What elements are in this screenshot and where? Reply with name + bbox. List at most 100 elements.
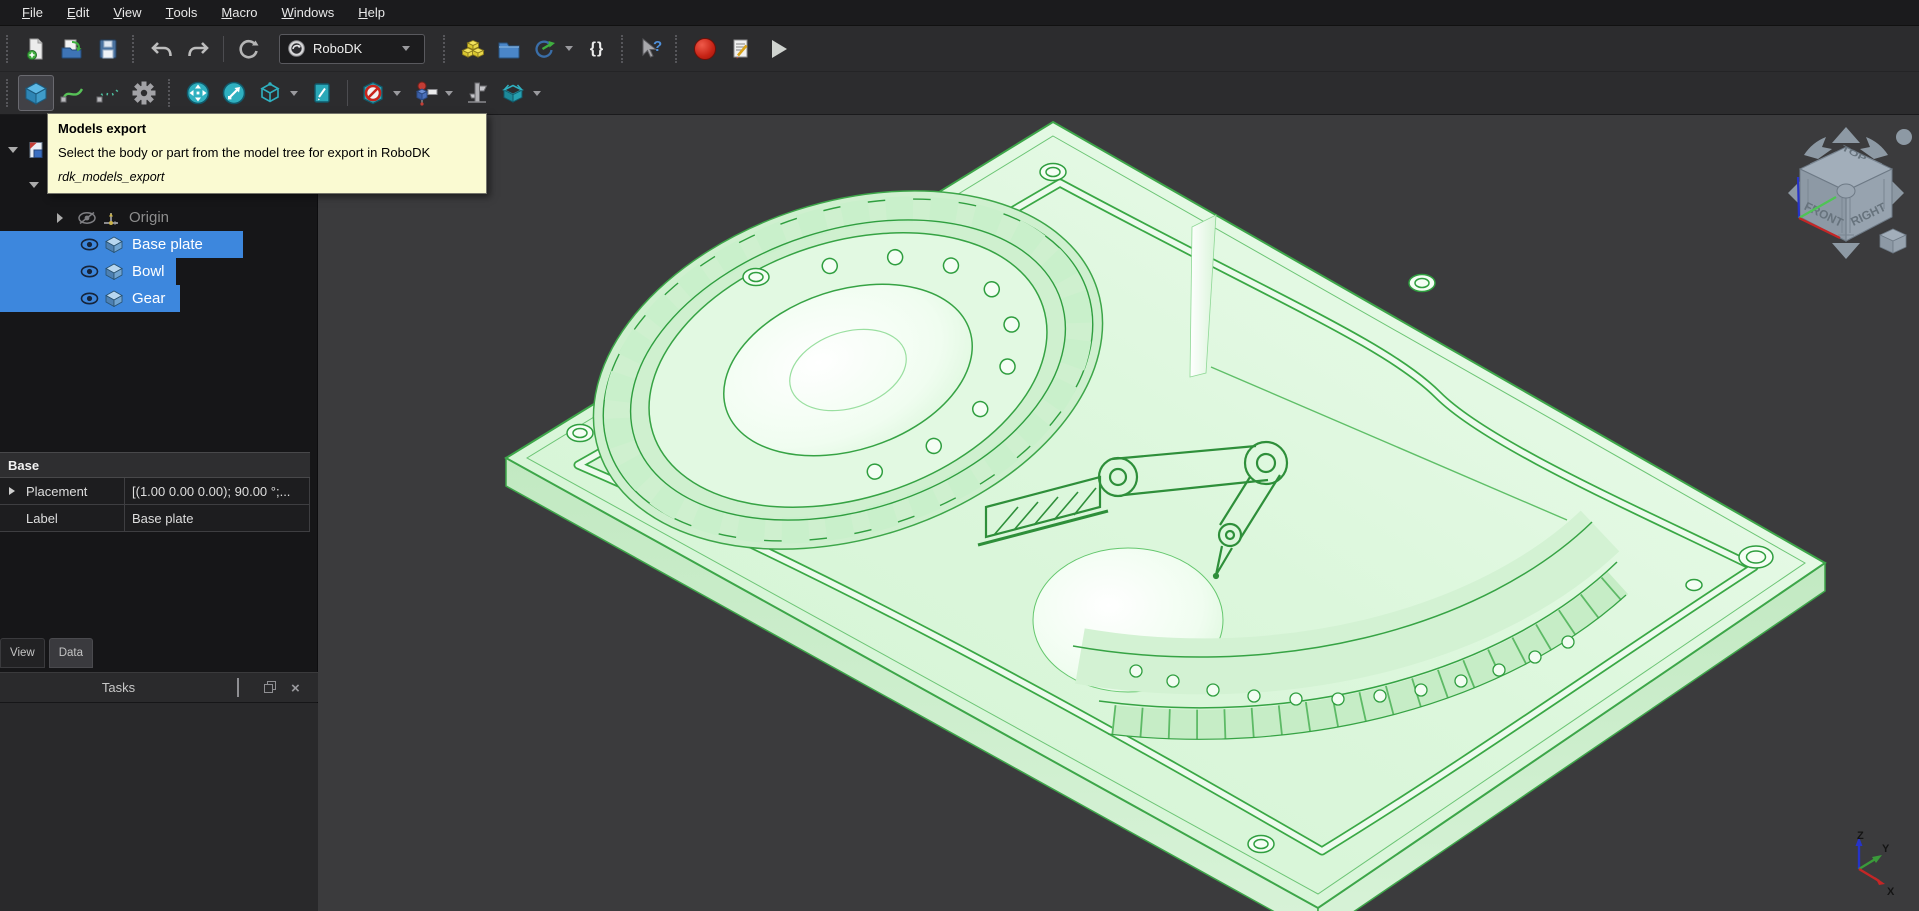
- toolbar-grip[interactable]: [675, 35, 683, 63]
- new-document-button[interactable]: [18, 31, 54, 67]
- expander-icon[interactable]: [29, 182, 39, 188]
- points-curve-icon: [95, 80, 121, 106]
- code-braces-button[interactable]: {}: [579, 31, 615, 67]
- draw-style-button[interactable]: [252, 75, 288, 111]
- dock-panel-button[interactable]: [237, 681, 251, 695]
- axis-y-label: Y: [1882, 843, 1890, 855]
- record-macro-button[interactable]: [687, 31, 723, 67]
- menu-edit[interactable]: Edit: [55, 0, 101, 26]
- tab-view[interactable]: View: [0, 638, 45, 668]
- workbench-value: RoboDK: [313, 41, 400, 56]
- visibility-on-icon: [80, 292, 99, 305]
- tab-data[interactable]: Data: [49, 638, 93, 668]
- toolbar-grip[interactable]: [6, 79, 14, 107]
- tree-item-label: Origin: [129, 209, 169, 226]
- edit-panel-icon: [309, 80, 335, 106]
- clipping-button[interactable]: [355, 75, 391, 111]
- menu-windows[interactable]: Windows: [270, 0, 347, 26]
- tree-row-group[interactable]: [0, 171, 39, 198]
- edit-macro-button[interactable]: [723, 31, 759, 67]
- expander-icon[interactable]: [8, 147, 18, 153]
- menu-view[interactable]: View: [101, 0, 153, 26]
- models-export-button[interactable]: [18, 75, 54, 111]
- property-row-label[interactable]: Label Base plate: [0, 505, 310, 532]
- expander-icon[interactable]: [9, 487, 15, 495]
- workbench-selector[interactable]: RoboDK: [279, 34, 425, 64]
- edit-panel-button[interactable]: [304, 75, 340, 111]
- cad-model[interactable]: [318, 115, 1919, 911]
- load-points-button[interactable]: [90, 75, 126, 111]
- expander-icon[interactable]: [57, 213, 63, 223]
- property-group-label: Base: [8, 458, 39, 473]
- tree-item-label: Gear: [132, 290, 165, 307]
- tree-row-base-plate[interactable]: Base plate: [0, 231, 243, 258]
- toolbar-grip[interactable]: [168, 79, 176, 107]
- toolbar-separator: [347, 80, 348, 106]
- models-export-tooltip: Models export Select the body or part fr…: [47, 113, 487, 194]
- dock-icon: [237, 678, 239, 697]
- tree-row-origin[interactable]: Origin: [0, 204, 169, 231]
- new-document-icon: [24, 37, 48, 61]
- scene-node-dropdown-icon[interactable]: [445, 91, 453, 96]
- menu-file[interactable]: File: [10, 0, 55, 26]
- nav-sphere-button[interactable]: [1896, 129, 1912, 145]
- navigation-cube[interactable]: TOP FRONT RIGHT: [1780, 123, 1918, 263]
- tasks-panel-header: Tasks ×: [0, 672, 318, 702]
- property-row-placement[interactable]: Placement [(1.00 0.00 0.00); 90.00 °;...: [0, 478, 310, 505]
- tooltip-command: rdk_models_export: [58, 170, 476, 184]
- models-export-cube-icon: [23, 80, 49, 106]
- toolbar-grip[interactable]: [443, 35, 451, 63]
- open-box-icon: [500, 80, 526, 106]
- nav-mini-cube-button[interactable]: [1880, 229, 1906, 253]
- undo-button[interactable]: [144, 31, 180, 67]
- toolbar-grip[interactable]: [132, 35, 140, 63]
- export-button[interactable]: [527, 31, 563, 67]
- save-button[interactable]: [90, 31, 126, 67]
- settings-button[interactable]: [126, 75, 162, 111]
- draw-style-dropdown-icon[interactable]: [290, 91, 298, 96]
- chevron-down-icon: [402, 46, 410, 51]
- menu-tools[interactable]: Tools: [154, 0, 210, 26]
- toolbar-grip[interactable]: [6, 35, 14, 63]
- axis-x-label: X: [1887, 886, 1895, 897]
- redo-button[interactable]: [180, 31, 216, 67]
- tree-row-gear[interactable]: Gear: [0, 285, 180, 312]
- draw-style-cube-icon: [257, 80, 283, 106]
- menu-macro[interactable]: Macro: [209, 0, 269, 26]
- bounding-box-button[interactable]: [495, 75, 531, 111]
- bounding-box-dropdown-icon[interactable]: [533, 91, 541, 96]
- load-curve-button[interactable]: [54, 75, 90, 111]
- redo-icon: [185, 37, 211, 61]
- open-document-button[interactable]: [54, 31, 90, 67]
- measure-button[interactable]: [459, 75, 495, 111]
- property-group-header[interactable]: Base: [0, 452, 310, 478]
- menu-help[interactable]: Help: [346, 0, 397, 26]
- robodk-logo-icon: [288, 40, 305, 57]
- folder-button[interactable]: [491, 31, 527, 67]
- whats-this-button[interactable]: ?: [633, 31, 669, 67]
- tree-row-document[interactable]: [0, 136, 46, 163]
- nav-cube-body[interactable]: [1800, 147, 1892, 241]
- folder-icon: [497, 37, 521, 61]
- close-panel-button[interactable]: ×: [291, 681, 305, 695]
- refresh-button[interactable]: [231, 31, 267, 67]
- 3d-viewport[interactable]: TOP FRONT RIGHT Z Y X: [318, 115, 1919, 911]
- file-toolbar: RoboDK: [0, 26, 1919, 71]
- freecad-workbench-button[interactable]: [455, 31, 491, 67]
- fit-all-button[interactable]: [180, 75, 216, 111]
- model-tree-panel: Origin Base plate Bowl: [0, 115, 318, 911]
- export-dropdown-icon[interactable]: [565, 46, 573, 51]
- scene-node-button[interactable]: [407, 75, 443, 111]
- zoom-button[interactable]: [216, 75, 252, 111]
- scene-node-icon: [412, 80, 438, 106]
- property-value-cell[interactable]: Base plate: [125, 505, 310, 531]
- run-macro-button[interactable]: [759, 31, 795, 67]
- clipping-dropdown-icon[interactable]: [393, 91, 401, 96]
- float-panel-button[interactable]: [264, 681, 278, 695]
- tree-row-bowl[interactable]: Bowl: [0, 258, 176, 285]
- property-value-cell[interactable]: [(1.00 0.00 0.00); 90.00 °;...: [125, 478, 310, 504]
- toolbar-grip[interactable]: [621, 35, 629, 63]
- part-cube-icon: [104, 263, 124, 280]
- visibility-on-icon: [80, 265, 99, 278]
- save-icon: [96, 37, 120, 61]
